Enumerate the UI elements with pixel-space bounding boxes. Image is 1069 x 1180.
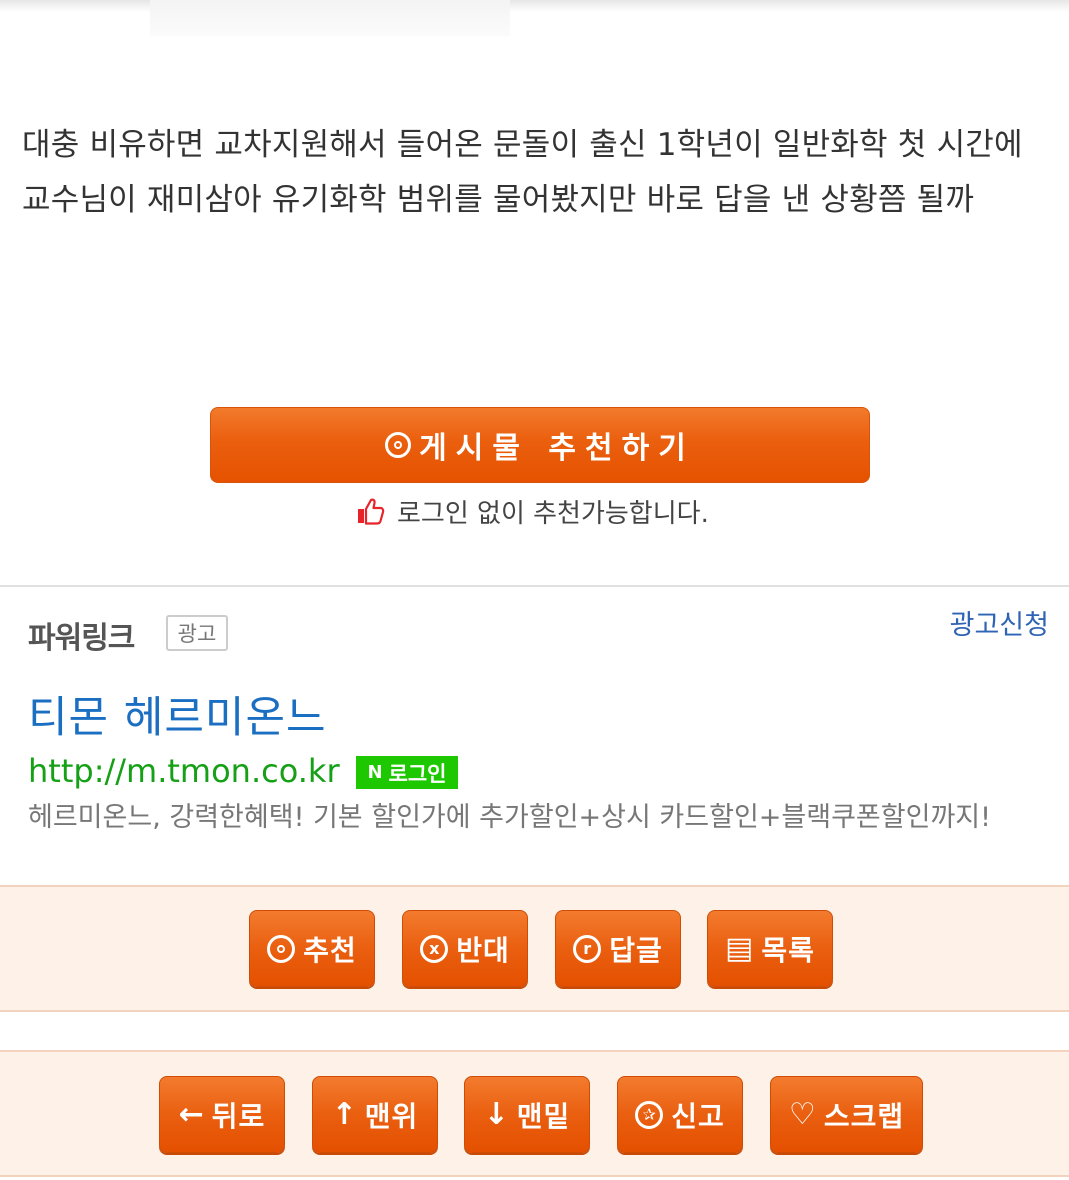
recommend-circle-icon bbox=[385, 432, 412, 458]
top-label: 맨위 bbox=[364, 1099, 419, 1133]
scrap-button[interactable]: ♡ 스크랩 bbox=[770, 1076, 923, 1153]
heart-icon: ♡ bbox=[788, 1097, 816, 1132]
nav-action-bar: ← 뒤로 ↑ 맨위 ↓ 맨밑 ✰ 신고 ♡ 스크랩 bbox=[0, 1050, 1069, 1177]
reply-r-icon: r bbox=[573, 934, 602, 963]
divider bbox=[0, 585, 1069, 587]
back-button[interactable]: ← 뒤로 bbox=[159, 1076, 285, 1153]
post-body: 대충 비유하면 교차지원해서 들어온 문돌이 출신 1학년이 일반화학 첫 시간… bbox=[22, 127, 1023, 218]
report-button[interactable]: ✰ 신고 bbox=[617, 1076, 743, 1153]
ad-description[interactable]: 헤르미온느, 강력한혜택! 기본 할인가에 추가할인+상시 카드할인+블랙쿠폰할… bbox=[28, 800, 1048, 836]
top-strip bbox=[150, 0, 510, 36]
oppose-x-icon: x bbox=[420, 934, 449, 963]
ad-title-link[interactable]: 티몬 헤르미온느 bbox=[28, 683, 327, 745]
top-button[interactable]: ↑ 맨위 bbox=[312, 1076, 438, 1153]
list-icon: ▤ bbox=[725, 931, 754, 966]
recommend-circle-icon bbox=[267, 934, 296, 963]
powerlink-label: 파워링크 bbox=[28, 621, 135, 656]
ad-apply-link[interactable]: 광고신청 bbox=[950, 603, 1049, 642]
naver-n-icon: N bbox=[367, 762, 383, 783]
oppose-button[interactable]: x 반대 bbox=[402, 910, 528, 987]
login-note: 로그인 없이 추천가능합니다. bbox=[355, 494, 709, 529]
arrow-left-icon: ← bbox=[178, 1097, 204, 1132]
report-icon: ✰ bbox=[635, 1100, 664, 1129]
reply-label: 답글 bbox=[609, 933, 663, 967]
recommend-button-label: 게시물 추천하기 bbox=[419, 431, 695, 466]
list-button[interactable]: ▤ 목록 bbox=[707, 910, 833, 987]
post-action-bar: 추천 x 반대 r 답글 ▤ 목록 bbox=[0, 885, 1069, 1012]
reply-button[interactable]: r 답글 bbox=[555, 910, 681, 987]
ad-badge: 광고 bbox=[166, 615, 228, 651]
report-label: 신고 bbox=[671, 1099, 725, 1133]
recommend-label: 추천 bbox=[303, 933, 357, 967]
bottom-label: 맨밑 bbox=[516, 1099, 571, 1133]
scrap-label: 스크랩 bbox=[823, 1099, 905, 1133]
naver-login-badge[interactable]: N 로그인 bbox=[356, 756, 458, 789]
list-label: 목록 bbox=[761, 933, 815, 967]
back-label: 뒤로 bbox=[211, 1099, 266, 1133]
naver-login-label: 로그인 bbox=[388, 761, 447, 786]
ad-url-link[interactable]: http://m.tmon.co.kr bbox=[28, 752, 340, 790]
arrow-up-icon: ↑ bbox=[331, 1097, 357, 1132]
oppose-label: 반대 bbox=[456, 933, 510, 967]
thumbs-up-icon bbox=[358, 498, 385, 525]
recommend-post-button[interactable]: 게시물 추천하기 bbox=[210, 407, 870, 483]
recommend-button[interactable]: 추천 bbox=[249, 910, 375, 987]
login-note-text: 로그인 없이 추천가능합니다. bbox=[397, 498, 709, 529]
bottom-button[interactable]: ↓ 맨밑 bbox=[464, 1076, 590, 1153]
arrow-down-icon: ↓ bbox=[483, 1097, 509, 1132]
